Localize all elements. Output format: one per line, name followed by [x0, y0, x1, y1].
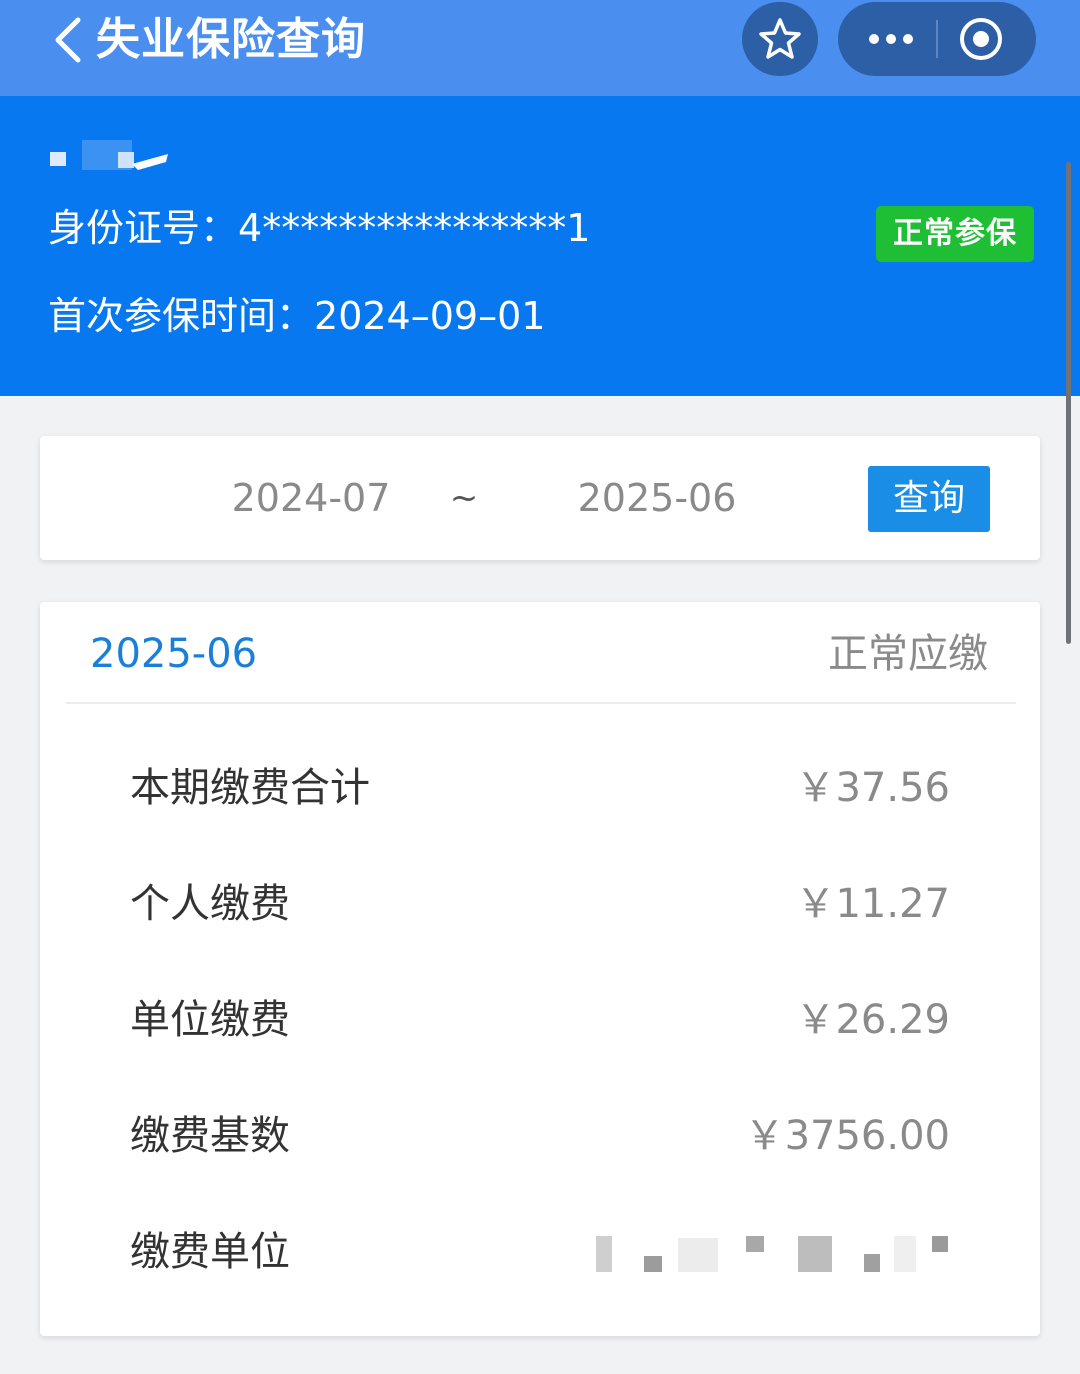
- first-insured-label: 首次参保时间：: [48, 294, 315, 338]
- detail-row-total: 本期缴费合计 ￥37.56: [130, 758, 950, 818]
- scrollbar[interactable]: [1066, 162, 1071, 644]
- row-value: ￥3756.00: [744, 1113, 950, 1159]
- row-value: ￥11.27: [795, 881, 950, 927]
- row-label: 个人缴费: [130, 881, 290, 927]
- favorite-button[interactable]: [742, 2, 818, 76]
- target-circle-icon[interactable]: [958, 16, 1004, 62]
- detail-row-personal: 个人缴费 ￥11.27: [130, 874, 950, 934]
- row-label: 缴费基数: [130, 1113, 290, 1159]
- query-button[interactable]: 查询: [868, 466, 990, 532]
- divider: [66, 702, 1016, 704]
- row-label: 缴费单位: [130, 1229, 290, 1275]
- end-month-picker[interactable]: 2025-06: [542, 472, 772, 524]
- redacted-company-name: [596, 1236, 948, 1272]
- capsule-divider: [936, 20, 938, 58]
- first-insured-line: 首次参保时间：2024–09–01: [48, 292, 545, 340]
- start-month-picker[interactable]: 2024-07: [196, 472, 426, 524]
- row-value: ￥37.56: [795, 765, 950, 811]
- payment-status: 正常应缴: [828, 631, 988, 677]
- star-icon: [759, 18, 801, 59]
- id-value: 4****************1: [238, 206, 591, 250]
- redacted-name: [50, 140, 168, 170]
- mini-program-capsule: [838, 2, 1036, 76]
- range-separator: ~: [449, 478, 479, 518]
- first-insured-value: 2024–09–01: [314, 294, 546, 338]
- row-label: 本期缴费合计: [130, 765, 370, 811]
- page-title: 失业保险查询: [96, 14, 366, 65]
- row-value: ￥26.29: [795, 997, 950, 1043]
- detail-row-employer: 单位缴费 ￥26.29: [130, 990, 950, 1050]
- detail-row-employer-name: 缴费单位: [130, 1222, 950, 1282]
- detail-row-base: 缴费基数 ￥3756.00: [130, 1106, 950, 1166]
- status-badge: 正常参保: [876, 206, 1034, 262]
- profile-header: 身份证号：4****************1 首次参保时间：2024–09–0…: [0, 96, 1080, 396]
- more-dots-icon[interactable]: [866, 26, 916, 52]
- payment-detail-card: 2025-06 正常应缴 本期缴费合计 ￥37.56 个人缴费 ￥11.27 单…: [40, 602, 1040, 1336]
- id-label: 身份证号：: [48, 206, 239, 250]
- payment-period: 2025-06: [90, 631, 258, 677]
- top-nav-bar: 失业保险查询: [0, 0, 1080, 96]
- date-range-card: 2024-07 ~ 2025-06 查询: [40, 436, 1040, 560]
- id-number-line: 身份证号：4****************1: [48, 204, 590, 252]
- row-label: 单位缴费: [130, 997, 290, 1043]
- chevron-left-icon[interactable]: [48, 14, 88, 66]
